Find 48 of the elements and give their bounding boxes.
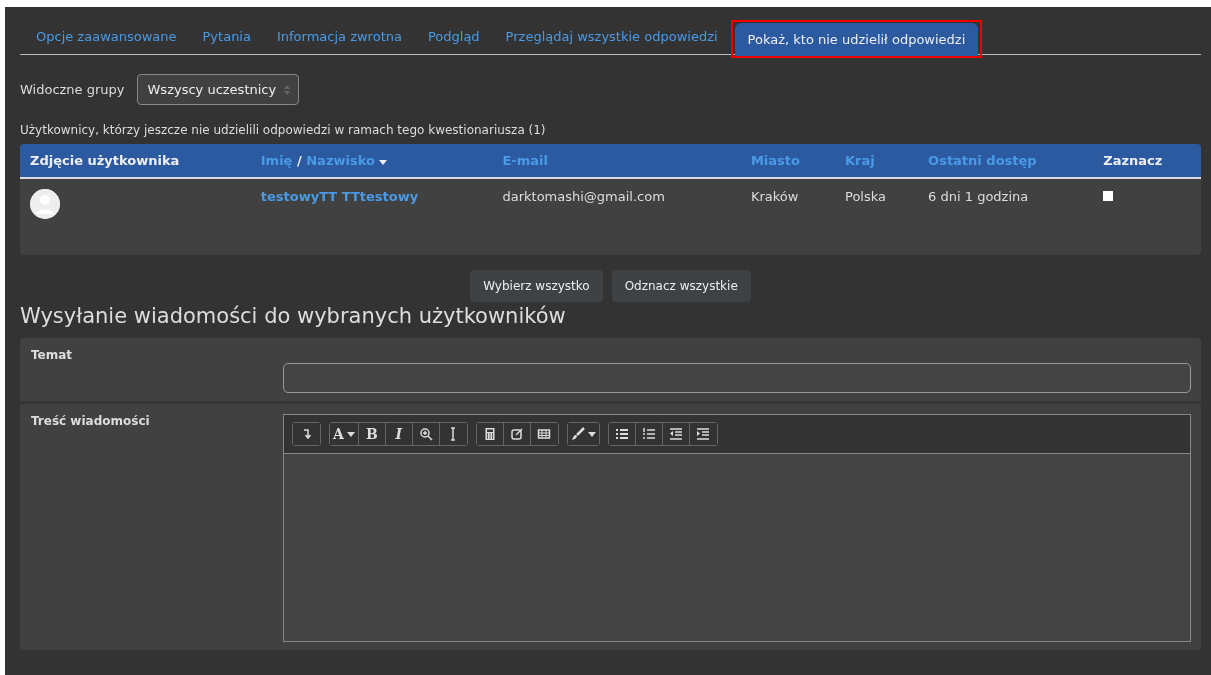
zoom-icon: [418, 427, 433, 441]
table-icon: [537, 427, 552, 441]
caret-icon: [379, 160, 388, 165]
toolbar-button[interactable]: [608, 423, 636, 445]
group-label: Widoczne grupy: [20, 82, 125, 97]
toolbar-button[interactable]: [567, 423, 599, 445]
brush-icon: [570, 427, 585, 441]
tab[interactable]: Pytania: [189, 29, 264, 54]
toolbar-button[interactable]: [293, 423, 320, 445]
sort-link[interactable]: Ostatni dostęp: [928, 153, 1037, 168]
field-label: Treść wiadomości: [31, 414, 151, 430]
tab[interactable]: Pokaż, kto nie udzielił odpowiedzi: [734, 23, 979, 56]
user-name-link[interactable]: testowyTT TTtestowy: [260, 189, 419, 204]
table-caption: Użytkownicy, którzy jeszcze nie udzielili odpowiedzi w ramach tego kwestionariusza (1): [20, 123, 547, 137]
indent-icon: [696, 427, 711, 441]
caret-icon: [346, 431, 355, 437]
bullet-list-icon: [614, 427, 629, 441]
sort-link[interactable]: Imię: [260, 153, 293, 168]
action-button[interactable]: Wybierz wszystko: [470, 270, 603, 302]
group-select[interactable]: Wszyscy uczestnicy: [136, 74, 300, 105]
field-label: Temat: [31, 348, 74, 364]
table-cell: Kraków: [740, 178, 835, 255]
table-cell: 6 dni 1 godzina: [918, 178, 1094, 255]
tab[interactable]: Informacja zwrotna: [263, 29, 415, 54]
edit-icon: [509, 427, 524, 441]
tab[interactable]: Podgląd: [414, 29, 493, 54]
sort-arrows-icon: [284, 84, 291, 95]
column-title: Zdjęcie użytkownika: [30, 153, 180, 168]
outdent-icon: [668, 427, 683, 441]
numbered-list-icon: [641, 427, 656, 441]
table-cell: darktomashi@gmail.com: [492, 178, 741, 255]
section-heading: Wysyłanie wiadomości do wybranych użytkowników: [20, 304, 567, 328]
checkbox[interactable]: [1103, 191, 1114, 201]
column-title: Zaznacz: [1103, 153, 1163, 168]
toolbar-button[interactable]: [476, 423, 504, 445]
sort-link[interactable]: Nazwisko: [306, 153, 388, 168]
tab[interactable]: Przeglądaj wszystkie odpowiedzi: [492, 29, 731, 54]
toolbar-button[interactable]: A: [330, 423, 359, 445]
sort-link[interactable]: Miasto: [750, 153, 800, 168]
sort-link[interactable]: Kraj: [845, 153, 875, 168]
subject-input-field[interactable]: [283, 363, 1191, 393]
table-cell: Polska: [835, 178, 919, 255]
action-button[interactable]: Odznacz wszystkie: [611, 270, 751, 302]
separator: /: [295, 153, 303, 168]
avatar-icon: [30, 189, 60, 219]
caret-icon: [587, 431, 596, 437]
tab[interactable]: Opcje zaawansowane: [23, 29, 190, 54]
sort-link[interactable]: E-mail: [502, 153, 548, 168]
